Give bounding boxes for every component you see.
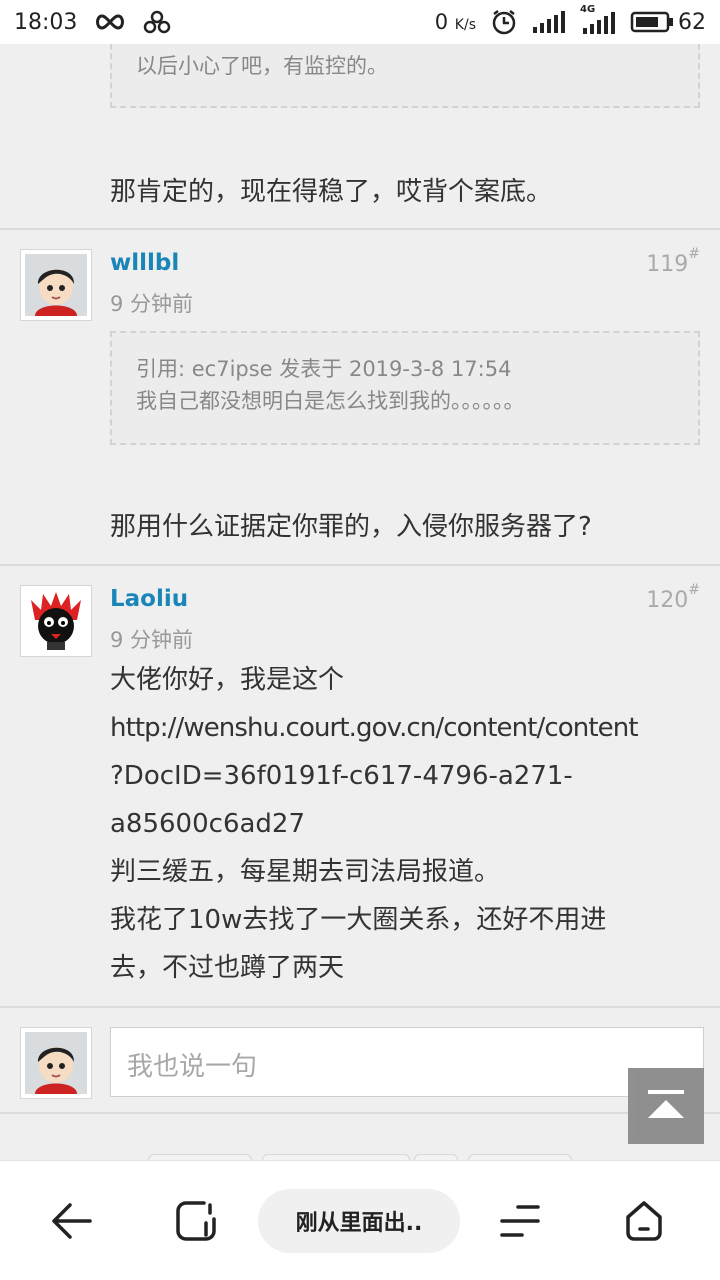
post-text-partial: 那肯定的，现在得稳了，哎背个案底。 (110, 177, 553, 207)
post-time: 9 分钟前 (110, 628, 194, 652)
battery-level: 62 (678, 9, 706, 35)
post-divider (0, 564, 720, 566)
battery-indicator: 62 (630, 10, 706, 35)
arrow-up-icon (648, 1090, 684, 1118)
user-avatar-boy-icon (25, 254, 87, 316)
quote-text: 我自己都没想明白是怎么找到我的。。。。。。 (136, 389, 525, 413)
floor-mark: # (688, 246, 700, 262)
menu-button[interactable] (490, 1191, 550, 1251)
avatar[interactable] (20, 585, 92, 657)
tabs-button[interactable] (166, 1191, 226, 1251)
post-username[interactable]: wlllbl (110, 250, 179, 276)
quote-block-partial: 以后小心了吧，有监控的。 (110, 44, 700, 108)
floor-value: 119 (646, 252, 689, 277)
post-divider (0, 228, 720, 230)
tabs-icon (176, 1201, 216, 1241)
net-speed: 0 K/s (435, 10, 476, 34)
signal-icon (532, 11, 566, 33)
alarm-icon (490, 8, 518, 36)
quote-block: 引用: ec7ipse 发表于 2019-3-8 17:54 我自己都没想明白是… (110, 331, 700, 445)
user-avatar-fire-icon (25, 590, 87, 652)
my-avatar (20, 1027, 92, 1099)
home-icon (626, 1201, 662, 1241)
floor-value: 120 (646, 588, 689, 613)
signal-4g-icon: 4G (580, 4, 616, 34)
avatar[interactable] (20, 249, 92, 321)
floor-mark: # (688, 582, 700, 598)
post-line: 去，不过也蹲了两天 (110, 953, 345, 983)
post-link[interactable]: http://wenshu.court.gov.cn/content/conte… (110, 704, 710, 752)
thread-content[interactable]: 以后小心了吧，有监控的。 那肯定的，现在得稳了，哎背个案底。 wlllbl 11… (0, 44, 720, 1160)
back-arrow-icon (52, 1203, 92, 1239)
reply-divider (0, 1112, 720, 1114)
battery-icon (630, 11, 673, 33)
post-text: 大佬你好，我是这个 http://wenshu.court.gov.cn/con… (110, 656, 710, 992)
post-text: 那用什么证据定你罪的，入侵你服务器了? (110, 512, 592, 542)
net-speed-value: 0 (434, 10, 449, 34)
page-title-button[interactable]: 刚从里面出.. (258, 1189, 460, 1253)
status-bar: 18:03 0 K/s 4G 62 (0, 0, 720, 44)
post-line: 大佬你好，我是这个 (110, 665, 345, 695)
menu-icon (500, 1205, 540, 1237)
post-link[interactable]: a85600c6ad27 (110, 800, 710, 848)
floor-number: 119# (646, 246, 700, 277)
post-link[interactable]: ?DocID=36f0191f-c617-4796-a271- (110, 752, 710, 800)
home-button[interactable] (614, 1191, 674, 1251)
quote-text: 以后小心了吧，有监控的。 (136, 54, 388, 78)
status-time: 18:03 (14, 9, 78, 35)
post-time: 9 分钟前 (110, 292, 194, 316)
browser-bottom-bar: 刚从里面出.. (0, 1160, 720, 1280)
scroll-to-top-button[interactable] (628, 1068, 704, 1144)
floor-number: 120# (646, 582, 700, 613)
post-divider (0, 1006, 720, 1008)
infinity-icon (93, 13, 127, 31)
pinwheel-icon (143, 10, 171, 34)
post-line: 判三缓五，每星期去司法局报道。 (110, 857, 501, 887)
network-type-label: 4G (580, 4, 596, 15)
post-username[interactable]: Laoliu (110, 586, 188, 612)
user-avatar-boy-icon (25, 1032, 87, 1094)
reply-input[interactable]: 我也说一句 (110, 1027, 704, 1097)
net-speed-unit: K/s (454, 17, 476, 33)
back-button[interactable] (42, 1191, 102, 1251)
post-line: 我花了10w去找了一大圈关系，还好不用进 (110, 905, 607, 935)
quote-header: 引用: ec7ipse 发表于 2019-3-8 17:54 (136, 357, 512, 381)
